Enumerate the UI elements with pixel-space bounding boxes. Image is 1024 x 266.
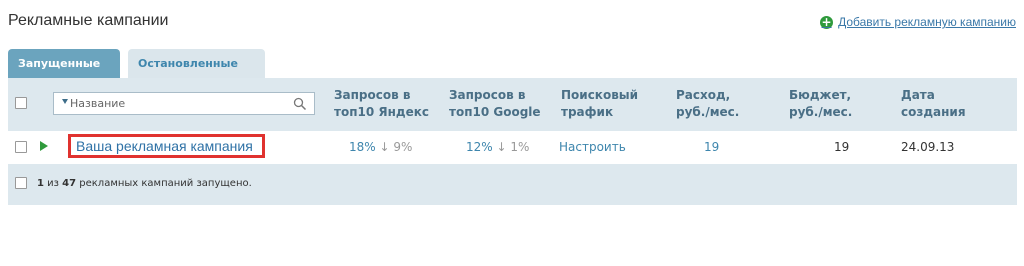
page-title: Рекламные кампании [8,12,169,29]
created-date: 24.09.13 [901,140,955,154]
budget-value: 19 [834,140,850,154]
col-header-budget[interactable]: Бюджет, руб./мес. [789,87,889,121]
col-header-created[interactable]: Дата создания [901,87,1001,121]
row-checkbox[interactable] [15,141,27,153]
google-pct[interactable]: 12% [466,140,493,154]
col-header-google[interactable]: Запросов в топ10 Google [449,87,549,121]
tab-running[interactable]: Запущенные (1) [8,49,120,99]
name-filter [53,92,315,115]
add-campaign-link[interactable]: + Добавить рекламную кампанию [820,15,1016,29]
traffic-setup-link[interactable]: Настроить [559,140,626,154]
plus-circle-icon: + [820,14,834,29]
sort-arrow-icon[interactable] [62,99,68,104]
search-icon[interactable] [293,97,307,111]
yandex-cell: 18% ↓ 9% [349,140,412,154]
campaign-tabs: Запущенные (1) Остановленные (46) [8,49,265,99]
table-header: Запросов в топ10 Яндекс Запросов в топ10… [8,78,1017,131]
footer-status: 1 из 47 рекламных кампаний запущено. [8,175,1017,191]
add-campaign-label[interactable]: Добавить рекламную кампанию [838,15,1016,29]
table-row: Ваша рекламная кампания 18% ↓ 9% 12% ↓ 1… [8,131,1017,164]
play-icon[interactable] [40,141,48,151]
footer-text: 1 из 47 рекламных кампаний запущено. [37,178,252,189]
name-filter-input[interactable] [70,95,280,112]
google-down: ↓ 1% [496,140,530,154]
footer-checkbox[interactable] [15,177,27,189]
campaign-name-link[interactable]: Ваша рекламная кампания [68,134,265,158]
col-header-traffic[interactable]: Поисковый трафик [561,87,661,121]
col-header-expense[interactable]: Расход, руб./мес. [676,87,776,121]
yandex-pct[interactable]: 18% [349,140,376,154]
google-cell: 12% ↓ 1% [466,140,529,154]
campaigns-table: Запросов в топ10 Яндекс Запросов в топ10… [8,78,1017,205]
yandex-down: ↓ 9% [379,140,413,154]
select-all-checkbox[interactable] [15,97,27,109]
tab-stopped[interactable]: Остановленные (46) [128,49,265,99]
col-header-yandex[interactable]: Запросов в топ10 Яндекс [334,87,434,121]
expense-value[interactable]: 19 [704,140,719,154]
